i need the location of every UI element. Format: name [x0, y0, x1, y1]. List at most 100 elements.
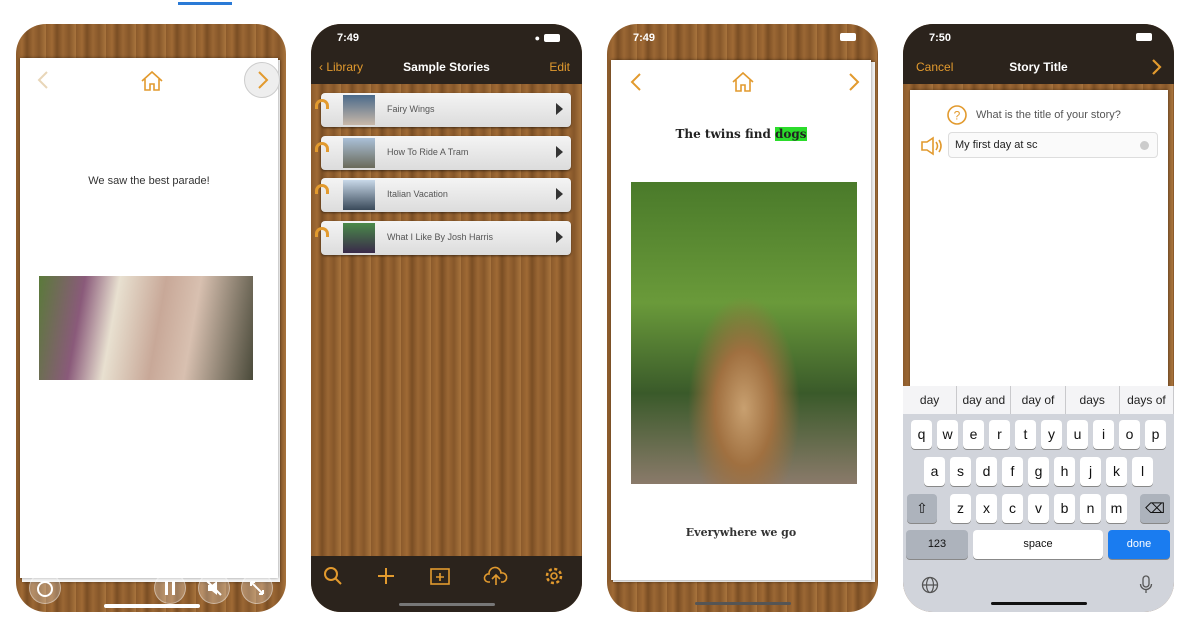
story-label: What I Like By Josh Harris [387, 232, 494, 242]
key-s[interactable]: s [950, 457, 971, 486]
svg-text:?: ? [954, 109, 961, 123]
twins-dog-photo [631, 182, 857, 484]
key-y[interactable]: y [1041, 420, 1062, 449]
suggestion-item[interactable]: day and [957, 386, 1012, 414]
home-indicator [695, 602, 791, 605]
key-u[interactable]: u [1067, 420, 1088, 449]
story-page: The twins find dogs Everywhere we go [611, 60, 871, 580]
cloud-upload-icon[interactable] [483, 565, 509, 587]
phone-library: 7:49 ● ‹ Library Sample Stories Edit Fair… [311, 24, 582, 612]
globe-icon[interactable] [921, 576, 939, 594]
disclosure-arrow-icon [556, 103, 563, 115]
story-page: We saw the best parade! [20, 58, 280, 578]
chevron-right-icon[interactable] [256, 70, 270, 90]
suggestion-bar: day day and day of days days of [903, 386, 1174, 414]
gear-icon[interactable] [544, 566, 564, 586]
key-a[interactable]: a [924, 457, 945, 486]
nav-title: Sample Stories [403, 60, 490, 74]
story-item[interactable]: How To Ride A Tram [315, 136, 571, 170]
backspace-key[interactable]: ⌫ [1140, 494, 1170, 523]
search-icon[interactable] [323, 566, 343, 586]
heading-text: The twins find [675, 127, 776, 141]
page-caption: Everywhere we go [685, 526, 797, 539]
shift-key[interactable]: ⇧ [907, 494, 937, 523]
key-h[interactable]: h [1054, 457, 1075, 486]
home-indicator [991, 602, 1087, 605]
numbers-key[interactable]: 123 [906, 530, 968, 559]
key-k[interactable]: k [1106, 457, 1127, 486]
help-icon[interactable]: ? [946, 104, 968, 126]
key-f[interactable]: f [1002, 457, 1023, 486]
disclosure-arrow-icon [556, 146, 563, 158]
status-time: 7:49 [337, 32, 360, 44]
key-d[interactable]: d [976, 457, 997, 486]
home-indicator [399, 603, 495, 606]
disclosure-arrow-icon [556, 188, 563, 200]
home-indicator [104, 604, 200, 608]
key-z[interactable]: z [950, 494, 971, 523]
clear-icon[interactable] [1140, 141, 1149, 150]
story-thumbnail [343, 138, 375, 168]
phone-reader-dogs: 7:49 The twins find dogs Everywhere we g… [607, 24, 878, 612]
key-j[interactable]: j [1080, 457, 1101, 486]
key-x[interactable]: x [976, 494, 997, 523]
story-thumbnail [343, 180, 375, 210]
story-thumbnail [343, 223, 375, 253]
edit-button[interactable]: Edit [549, 60, 570, 74]
key-o[interactable]: o [1119, 420, 1140, 449]
story-item[interactable]: What I Like By Josh Harris [315, 221, 571, 255]
chevron-right-icon[interactable] [1150, 58, 1162, 76]
chevron-left-icon[interactable] [36, 70, 50, 90]
microphone-icon[interactable] [1139, 575, 1153, 595]
key-r[interactable]: r [989, 420, 1010, 449]
story-label: How To Ride A Tram [387, 147, 469, 157]
pause-button[interactable] [154, 572, 186, 604]
key-w[interactable]: w [937, 420, 958, 449]
suggestion-item[interactable]: days [1066, 386, 1120, 414]
page-caption: We saw the best parade! [88, 175, 210, 187]
story-title-input[interactable]: My first day at sc [948, 132, 1158, 158]
key-v[interactable]: v [1028, 494, 1049, 523]
space-key[interactable]: space [973, 530, 1103, 559]
highlighted-word: dogs [775, 127, 807, 141]
bottom-toolbar [311, 556, 582, 612]
fullscreen-button[interactable] [241, 572, 273, 604]
key-t[interactable]: t [1015, 420, 1036, 449]
add-folder-icon[interactable] [429, 566, 451, 586]
plus-icon[interactable] [376, 566, 396, 586]
suggestion-item[interactable]: days of [1120, 386, 1174, 414]
status-time: 7:50 [929, 32, 952, 44]
phone-story-title: 7:50 Cancel Story Title ? What is the ti… [903, 24, 1174, 612]
chevron-left-icon[interactable] [629, 72, 643, 92]
input-value: My first day at sc [955, 139, 1038, 151]
key-i[interactable]: i [1093, 420, 1114, 449]
home-icon[interactable] [140, 70, 164, 92]
status-time: 7:49 [633, 32, 656, 44]
done-key[interactable]: done [1108, 530, 1170, 559]
parade-photo [39, 276, 253, 380]
key-n[interactable]: n [1080, 494, 1101, 523]
story-thumbnail [343, 95, 375, 125]
chevron-right-icon[interactable] [847, 72, 861, 92]
nav-title: Story Title [1009, 60, 1068, 74]
key-p[interactable]: p [1145, 420, 1166, 449]
key-q[interactable]: q [911, 420, 932, 449]
replay-button[interactable] [29, 572, 61, 604]
key-g[interactable]: g [1028, 457, 1049, 486]
story-label: Italian Vacation [387, 189, 448, 199]
story-item[interactable]: Fairy Wings [315, 93, 571, 127]
key-e[interactable]: e [963, 420, 984, 449]
suggestion-item[interactable]: day [903, 386, 958, 414]
suggestion-item[interactable]: day of [1011, 386, 1066, 414]
story-item[interactable]: Italian Vacation [315, 178, 571, 212]
home-icon[interactable] [731, 71, 755, 93]
key-m[interactable]: m [1106, 494, 1127, 523]
keyboard: day day and day of days days of qwertyuiop a… [903, 386, 1174, 612]
disclosure-arrow-icon [556, 231, 563, 243]
mute-button[interactable] [198, 572, 230, 604]
key-c[interactable]: c [1002, 494, 1023, 523]
speaker-icon[interactable] [920, 136, 946, 156]
key-b[interactable]: b [1054, 494, 1075, 523]
key-l[interactable]: l [1132, 457, 1153, 486]
title-form: ? What is the title of your story? My fi… [910, 90, 1168, 410]
